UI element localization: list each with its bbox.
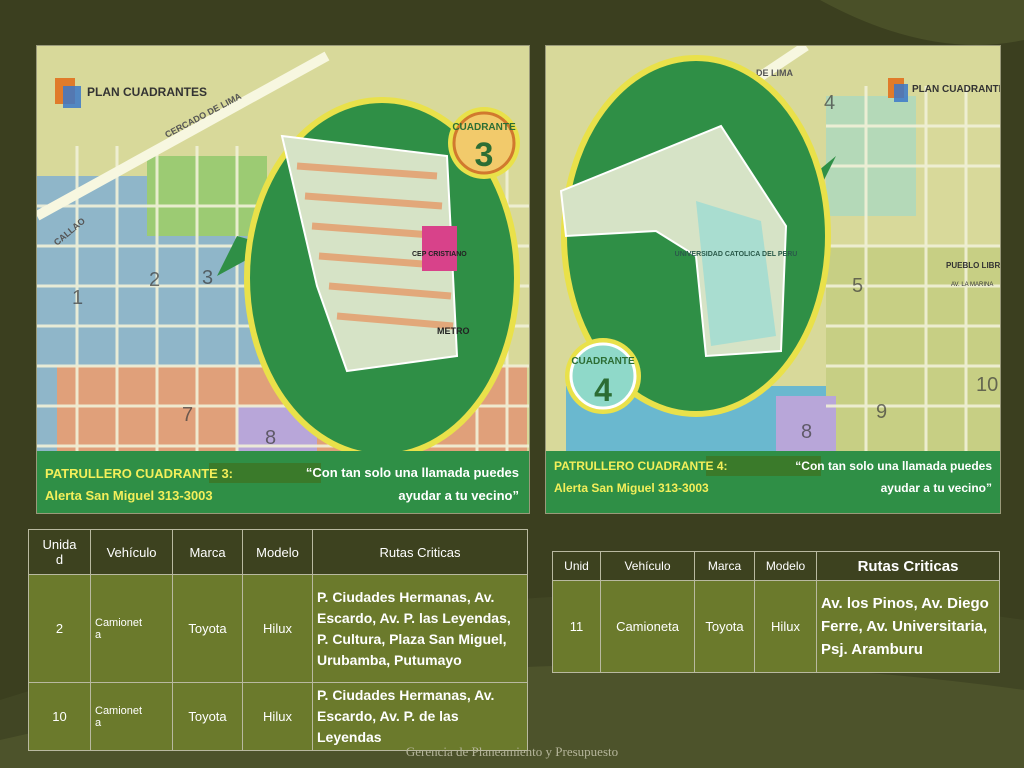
cell-vehiculo: Camioneta [90,574,173,683]
header-unidad: Unid [552,551,601,581]
cell-rutas: P. Ciudades Hermanas, Av. Escardo, Av. P… [312,574,528,683]
header-rutas: Rutas Criticas [816,551,1000,581]
table-row: 11 Camioneta Toyota Hilux Av. los Pinos,… [552,580,1000,673]
sector-number: 9 [876,401,887,423]
sector-number: 8 [265,427,276,449]
cell-rutas: Av. los Pinos, Av. Diego Ferre, Av. Univ… [816,580,1000,673]
map-label: AV. LA MARINA [951,282,993,288]
cep-area [422,226,457,271]
map-3-graphic: CERCADO DE LIMA CALLAO 1 2 3 7 8 PLAN CU… [37,46,529,513]
svg-text:CUADRANTE: CUADRANTE [571,356,635,367]
sector-number: 4 [824,92,835,114]
banner-title: PATRULLERO CUADRANTE 3: [45,466,233,481]
cell-vehiculo: Camioneta [90,682,173,751]
sector-number: 8 [801,421,812,443]
table-header-row: Unid Vehículo Marca Modelo Rutas Critica… [552,551,1000,581]
header-marca: Marca [172,529,243,575]
logo-text: PLAN CUADRANTES [87,85,207,99]
header-rutas: Rutas Criticas [312,529,528,575]
banner-slogan: “Con tan solo una llamada puedes [306,465,519,480]
table-row: 2 Camionet a Toyota Hilux P. Ciudades Her… [28,574,528,683]
header-vehiculo: Vehículo [90,529,173,575]
footer-text: Gerencia de Planeamiento y Presupuesto [405,744,619,759]
cell-vehiculo: Camioneta [600,580,695,673]
cell-unidad: 10 [28,682,91,751]
cell-modelo: Hilux [242,574,313,683]
cell-modelo: Hilux [754,580,817,673]
banner-title: PATRULLERO CUADRANTE 4: [554,459,728,473]
sector-number: 5 [852,275,863,297]
svg-text:4: 4 [594,372,612,408]
header-marca: Marca [694,551,755,581]
banner-slogan: ayudar a tu vecino” [398,488,519,503]
routes-table-cuadrante-4: Unid Vehículo Marca Modelo Rutas Critica… [552,551,1000,673]
sector-number: 7 [182,404,193,426]
map-cuadrante-4: DE LIMA PUEBLO LIBRE AV. LA MARINA 4 5 8… [545,45,1001,514]
map-cuadrante-3: CERCADO DE LIMA CALLAO 1 2 3 7 8 PLAN CU… [36,45,530,514]
banner-phone: Alerta San Miguel 313-3003 [554,481,709,495]
banner-slogan: ayudar a tu vecino” [881,481,992,495]
cell-marca: Toyota [172,682,243,751]
banner-slogan: “Con tan solo una llamada puedes [795,459,992,473]
svg-text:CUADRANTE: CUADRANTE [452,122,516,133]
cell-rutas: P. Ciudades Hermanas, Av. Escardo, Av. P… [312,682,528,751]
header-modelo: Modelo [242,529,313,575]
cell-marca: Toyota [172,574,243,683]
sector-number: 3 [202,267,213,289]
map-label: METRO [437,326,470,336]
header-unidad: Unida d [28,529,91,575]
sector-number: 2 [149,269,160,291]
map-label: PUEBLO LIBRE [946,261,1000,270]
cell-unidad: 11 [552,580,601,673]
map-label: DE LIMA [756,68,793,78]
cell-modelo: Hilux [242,682,313,751]
banner-phone: Alerta San Miguel 313-3003 [45,488,213,503]
map-label: UNIVERSIDAD CATOLICA DEL PERU [675,251,798,258]
svg-text:3: 3 [475,136,494,174]
cell-unidad: 2 [28,574,91,683]
map-4-graphic: DE LIMA PUEBLO LIBRE AV. LA MARINA 4 5 8… [546,46,1000,513]
cuadrante-4-badge: CUADRANTE 4 [565,338,641,414]
cuadrante-3-badge: CUADRANTE 3 [448,107,520,179]
table-header-row: Unida d Vehículo Marca Modelo Rutas Criti… [28,529,528,575]
logo-text: PLAN CUADRANTES [912,84,1000,95]
map-label: CEP CRISTIANO [412,251,467,258]
cell-marca: Toyota [694,580,755,673]
sector-number: 1 [72,287,83,309]
table-row: 10 Camionet a Toyota Hilux P. Ciudades He… [28,682,528,751]
routes-table-cuadrante-3: Unida d Vehículo Marca Modelo Rutas Criti… [28,529,528,751]
header-modelo: Modelo [754,551,817,581]
sector-number: 10 [976,374,998,396]
header-vehiculo: Vehículo [600,551,695,581]
